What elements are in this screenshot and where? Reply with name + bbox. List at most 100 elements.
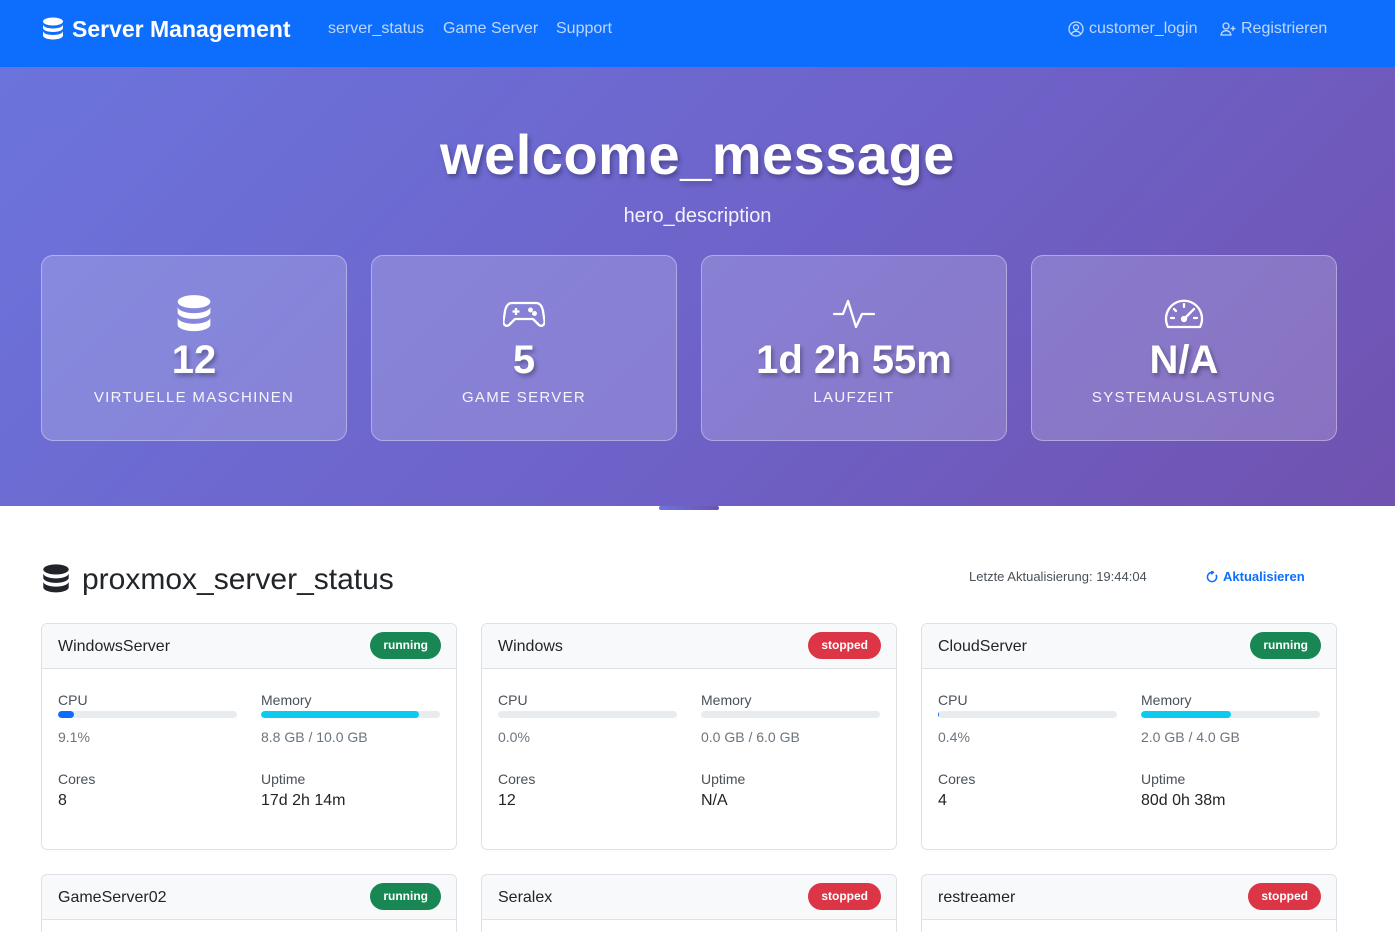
server-card-header: Windows stopped <box>482 624 896 669</box>
cpu-progress <box>498 711 677 718</box>
server-name: GameServer02 <box>58 889 167 906</box>
stat-label: VIRTUELLE MASCHINEN <box>93 389 295 406</box>
nav-link-register[interactable]: Registrieren <box>1220 19 1327 39</box>
cpu-progress <box>58 711 237 718</box>
server-card: Windows stopped CPU 0.0% Memory 0.0 GB /… <box>481 623 897 850</box>
cpu-value: 0.4% <box>938 729 970 745</box>
server-name: WindowsServer <box>58 638 171 655</box>
section-divider <box>659 506 719 510</box>
memory-progress-fill <box>261 711 419 718</box>
person-circle-icon <box>1068 21 1084 37</box>
stat-label: LAUFZEIT <box>813 389 895 406</box>
server-name: CloudServer <box>938 638 1027 655</box>
status-badge: stopped <box>808 632 881 659</box>
section-title: proxmox_server_status <box>82 563 394 596</box>
gamepad-icon <box>503 301 545 327</box>
last-update-text: Letzte Aktualisierung: 19:44:04 <box>969 569 1147 584</box>
server-card: restreamer stopped <box>921 874 1337 932</box>
cores-label: Cores <box>938 771 976 787</box>
stat-label: GAME SERVER <box>461 389 587 406</box>
stat-card-uptime: 1d 2h 55m LAUFZEIT <box>701 255 1007 441</box>
server-card: WindowsServer running CPU 9.1% Memory 8.… <box>41 623 457 850</box>
server-card: Seralex stopped <box>481 874 897 932</box>
memory-progress-fill <box>1141 711 1231 718</box>
cpu-label: CPU <box>938 692 968 708</box>
server-card-header: restreamer stopped <box>922 875 1336 920</box>
status-badge: stopped <box>1248 883 1321 910</box>
memory-progress <box>261 711 440 718</box>
status-badge: running <box>370 883 441 910</box>
memory-value: 0.0 GB / 6.0 GB <box>701 729 800 745</box>
hero-title: welcome_message <box>440 123 955 186</box>
stat-value: 5 <box>512 338 536 382</box>
cores-value: 12 <box>498 792 516 809</box>
cores-label: Cores <box>498 771 536 787</box>
server-card-header: Seralex stopped <box>482 875 896 920</box>
nav-link-login[interactable]: customer_login <box>1068 19 1198 39</box>
brand-name: Server Management <box>72 15 291 42</box>
stat-value: 12 <box>171 338 217 382</box>
hero-section: welcome_message hero_description 12 VIRT… <box>0 67 1395 506</box>
cpu-progress-fill <box>58 711 75 718</box>
stat-value: N/A <box>1149 338 1219 382</box>
cpu-label: CPU <box>498 692 528 708</box>
nav-link-game-server[interactable]: Game Server <box>443 19 538 39</box>
uptime-value: N/A <box>701 792 728 809</box>
database-icon <box>177 295 211 332</box>
activity-icon <box>833 299 875 329</box>
server-card: CloudServer running CPU 0.4% Memory 2.0 … <box>921 623 1337 850</box>
refresh-button[interactable]: Aktualisieren <box>1206 568 1305 586</box>
server-card-body: CPU 9.1% Memory 8.8 GB / 10.0 GB Cores 8… <box>42 669 456 849</box>
cores-label: Cores <box>58 771 96 787</box>
database-icon <box>43 17 63 40</box>
navbar: Server Management server_status Game Ser… <box>0 0 1395 67</box>
cores-value: 8 <box>58 792 67 809</box>
uptime-value: 80d 0h 38m <box>1141 792 1226 809</box>
refresh-label: Aktualisieren <box>1223 569 1305 584</box>
uptime-label: Uptime <box>1141 771 1186 787</box>
login-label: customer_login <box>1089 20 1198 37</box>
status-badge: stopped <box>808 883 881 910</box>
database-icon <box>43 564 69 593</box>
memory-progress <box>701 711 880 718</box>
memory-label: Memory <box>261 692 312 708</box>
server-card-header: WindowsServer running <box>42 624 456 669</box>
memory-label: Memory <box>1141 692 1192 708</box>
status-badge: running <box>370 632 441 659</box>
server-name: restreamer <box>938 889 1016 906</box>
cpu-progress <box>938 711 1117 718</box>
cpu-value: 0.0% <box>498 729 530 745</box>
cores-value: 4 <box>938 792 947 809</box>
stat-value: 1d 2h 55m <box>756 338 952 382</box>
hero-description: hero_description <box>623 205 772 227</box>
memory-progress <box>1141 711 1320 718</box>
stat-card-vms: 12 VIRTUELLE MASCHINEN <box>41 255 347 441</box>
nav-link-server-status[interactable]: server_status <box>328 19 424 39</box>
refresh-icon <box>1206 571 1218 583</box>
uptime-label: Uptime <box>701 771 746 787</box>
server-card-body: CPU 0.4% Memory 2.0 GB / 4.0 GB Cores 4 … <box>922 669 1336 849</box>
server-card-header: GameServer02 running <box>42 875 456 920</box>
memory-label: Memory <box>701 692 752 708</box>
memory-value: 2.0 GB / 4.0 GB <box>1141 729 1240 745</box>
speedometer-icon <box>1164 299 1204 329</box>
server-name: Seralex <box>498 889 553 906</box>
server-name: Windows <box>498 638 563 655</box>
stat-card-game-servers: 5 GAME SERVER <box>371 255 677 441</box>
server-card-body: CPU 0.0% Memory 0.0 GB / 6.0 GB Cores 12… <box>482 669 896 849</box>
uptime-label: Uptime <box>261 771 306 787</box>
stat-card-system-load: N/A SYSTEMAUSLASTUNG <box>1031 255 1337 441</box>
cpu-label: CPU <box>58 692 88 708</box>
cpu-progress-fill <box>938 711 939 718</box>
server-card-header: CloudServer running <box>922 624 1336 669</box>
uptime-value: 17d 2h 14m <box>261 792 346 809</box>
cpu-value: 9.1% <box>58 729 90 745</box>
server-card: GameServer02 running <box>41 874 457 932</box>
brand-link[interactable]: Server Management <box>42 14 291 44</box>
stat-label: SYSTEMAUSLASTUNG <box>1091 389 1277 406</box>
memory-value: 8.8 GB / 10.0 GB <box>261 729 368 745</box>
status-badge: running <box>1250 632 1321 659</box>
person-plus-icon <box>1220 22 1236 36</box>
register-label: Registrieren <box>1241 20 1328 37</box>
nav-link-support[interactable]: Support <box>556 19 612 39</box>
